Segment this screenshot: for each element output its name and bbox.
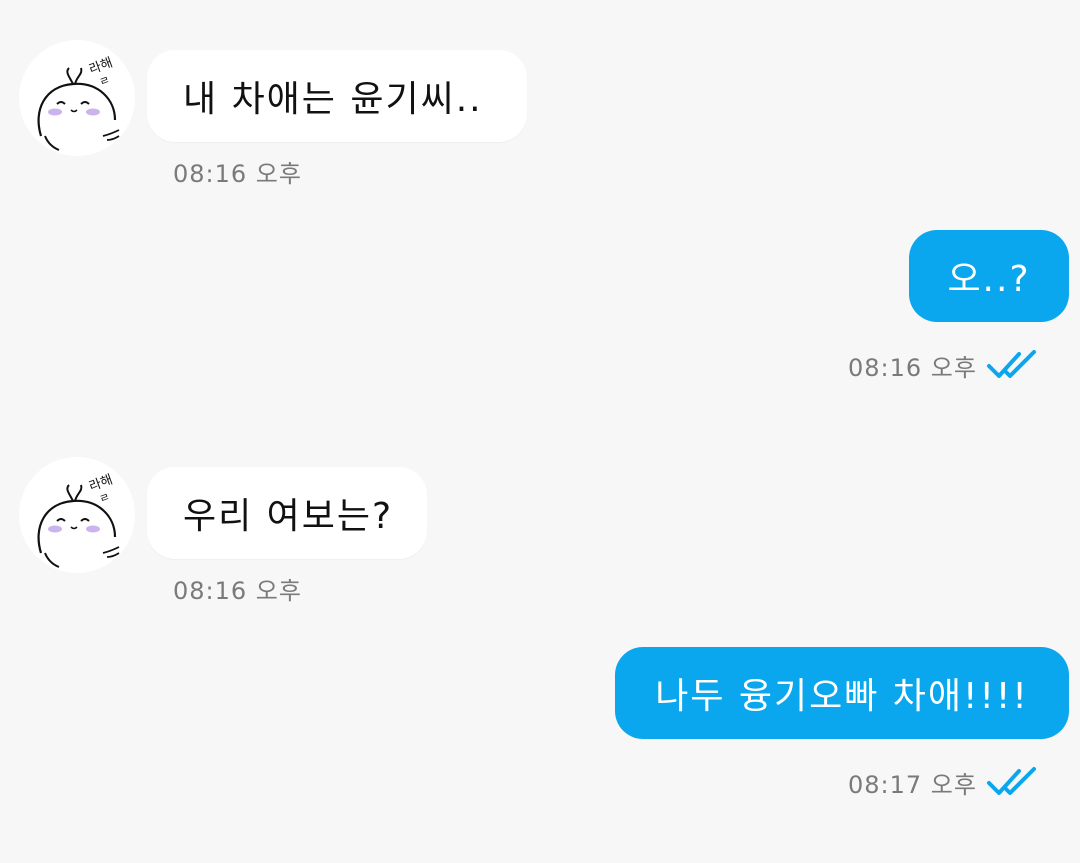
outgoing-message: 오..? 08:16 오후	[0, 220, 1080, 400]
outgoing-message: 나두 융기오빠 차애!!!! 08:17 오후	[0, 640, 1080, 840]
message-text: 우리 여보는?	[183, 496, 394, 537]
message-time: 08:16 오후	[173, 577, 302, 605]
message-text: 오..?	[947, 259, 1031, 300]
message-bubble[interactable]: 내 차애는 윤기씨..	[147, 50, 527, 142]
cartoon-character-avatar-icon: 라해 ㄹ	[37, 55, 120, 151]
chat-conversation: 라해 ㄹ 내 차애는 윤기씨.. 08:16 오후 오..? 08:16 오후	[0, 0, 1080, 863]
message-time: 08:16 오후	[848, 354, 977, 382]
message-text: 내 차애는 윤기씨..	[183, 79, 483, 120]
double-check-read-icon	[987, 350, 1036, 378]
svg-text:ㄹ: ㄹ	[98, 73, 112, 89]
svg-text:ㄹ: ㄹ	[98, 490, 112, 506]
message-bubble[interactable]: 우리 여보는?	[147, 467, 427, 559]
incoming-message: 라해 ㄹ 내 차애는 윤기씨.. 08:16 오후	[0, 0, 1080, 200]
incoming-message: 라해 ㄹ 우리 여보는? 08:16 오후	[0, 440, 1080, 620]
message-time: 08:16 오후	[173, 160, 302, 188]
message-bubble[interactable]: 오..?	[909, 230, 1069, 322]
double-check-read-icon	[987, 767, 1036, 795]
message-time: 08:17 오후	[848, 771, 977, 799]
sender-avatar[interactable]: 라해 ㄹ	[19, 40, 135, 156]
cartoon-character-avatar-icon: 라해 ㄹ	[37, 472, 120, 568]
message-bubble[interactable]: 나두 융기오빠 차애!!!!	[615, 647, 1069, 739]
sender-avatar[interactable]: 라해 ㄹ	[19, 457, 135, 573]
message-text: 나두 융기오빠 차애!!!!	[655, 676, 1029, 717]
